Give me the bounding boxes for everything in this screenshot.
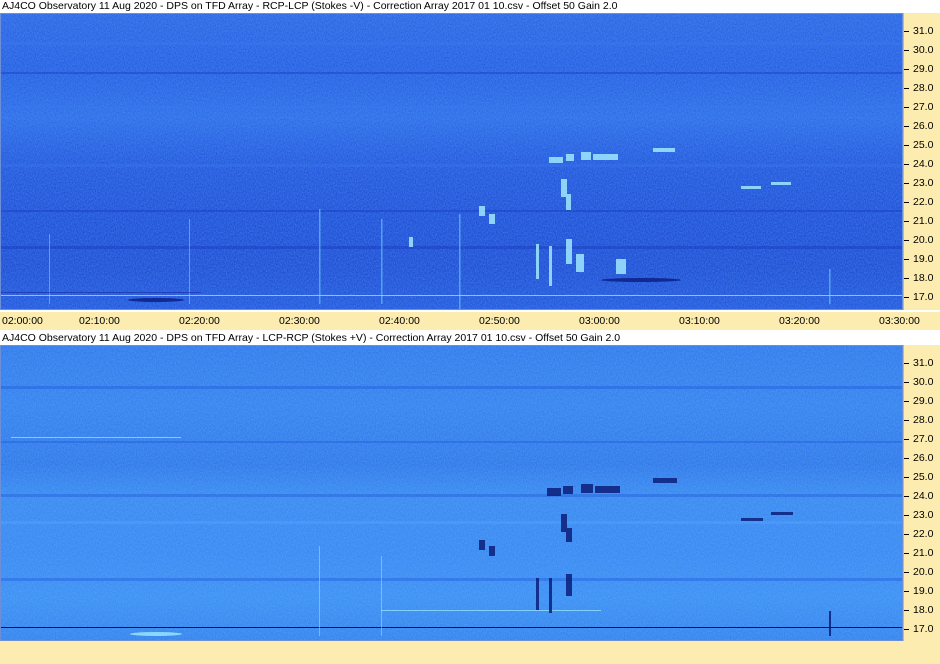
freq-tick: 22.0 <box>904 196 940 208</box>
freq-tick: 20.0 <box>904 234 940 246</box>
freq-tick: 19.0 <box>904 585 940 597</box>
freq-tick-label: 24.0 <box>913 158 934 170</box>
spectrogram-1-canvas <box>1 14 902 309</box>
freq-tick: 21.0 <box>904 547 940 559</box>
freq-tick-label: 27.0 <box>913 101 934 113</box>
freq-tick: 24.0 <box>904 490 940 502</box>
freq-tick: 26.0 <box>904 120 940 132</box>
freq-tick: 20.0 <box>904 566 940 578</box>
spectrogram-rcp-lcp[interactable] <box>0 13 903 310</box>
freq-tick-label: 28.0 <box>913 82 934 94</box>
freq-tick: 26.0 <box>904 452 940 464</box>
freq-tick-label: 31.0 <box>913 25 934 37</box>
freq-tick: 31.0 <box>904 357 940 369</box>
freq-tick: 29.0 <box>904 395 940 407</box>
freq-tick-label: 22.0 <box>913 528 934 540</box>
time-tick-label: 02:30:00 <box>279 315 320 327</box>
freq-tick-label: 21.0 <box>913 215 934 227</box>
panel-2-title: AJ4CO Observatory 11 Aug 2020 - DPS on T… <box>0 332 940 345</box>
freq-tick-label: 26.0 <box>913 452 934 464</box>
freq-tick: 28.0 <box>904 414 940 426</box>
freq-tick-label: 18.0 <box>913 272 934 284</box>
time-tick-label: 02:20:00 <box>179 315 220 327</box>
freq-tick-label: 25.0 <box>913 471 934 483</box>
freq-tick-label: 30.0 <box>913 376 934 388</box>
freq-tick: 27.0 <box>904 433 940 445</box>
freq-tick-label: 28.0 <box>913 414 934 426</box>
freq-tick-label: 17.0 <box>913 623 934 635</box>
freq-tick: 18.0 <box>904 604 940 616</box>
time-tick-label: 02:40:00 <box>379 315 420 327</box>
time-tick-label: 02:50:00 <box>479 315 520 327</box>
freq-tick: 27.0 <box>904 101 940 113</box>
freq-tick-label: 23.0 <box>913 177 934 189</box>
freq-tick: 18.0 <box>904 272 940 284</box>
freq-tick-label: 29.0 <box>913 395 934 407</box>
freq-tick-label: 23.0 <box>913 509 934 521</box>
freq-tick: 21.0 <box>904 215 940 227</box>
freq-tick: 29.0 <box>904 63 940 75</box>
frequency-axis-1: 31.0 30.0 29.0 28.0 27.0 26.0 25.0 24.0 … <box>903 13 940 310</box>
freq-tick-label: 31.0 <box>913 357 934 369</box>
freq-tick: 30.0 <box>904 376 940 388</box>
freq-tick-label: 20.0 <box>913 234 934 246</box>
freq-tick-label: 20.0 <box>913 566 934 578</box>
freq-tick-label: 19.0 <box>913 253 934 265</box>
freq-tick-label: 25.0 <box>913 139 934 151</box>
panel-1-title: AJ4CO Observatory 11 Aug 2020 - DPS on T… <box>0 0 940 13</box>
freq-tick: 19.0 <box>904 253 940 265</box>
time-axis: 02:00:00 02:10:00 02:20:00 02:30:00 02:4… <box>0 312 940 330</box>
freq-tick: 25.0 <box>904 139 940 151</box>
freq-tick: 30.0 <box>904 44 940 56</box>
spectrogram-2-canvas <box>1 346 902 640</box>
time-tick-label: 03:00:00 <box>579 315 620 327</box>
freq-tick-label: 21.0 <box>913 547 934 559</box>
freq-tick: 17.0 <box>904 623 940 635</box>
time-tick-label: 02:10:00 <box>79 315 120 327</box>
freq-tick: 28.0 <box>904 82 940 94</box>
time-tick-label: 03:10:00 <box>679 315 720 327</box>
freq-tick-label: 30.0 <box>913 44 934 56</box>
spectrogram-lcp-rcp[interactable] <box>0 345 903 641</box>
freq-tick: 22.0 <box>904 528 940 540</box>
freq-tick-label: 27.0 <box>913 433 934 445</box>
freq-tick-label: 22.0 <box>913 196 934 208</box>
freq-tick: 23.0 <box>904 509 940 521</box>
freq-tick-label: 18.0 <box>913 604 934 616</box>
freq-tick: 23.0 <box>904 177 940 189</box>
freq-tick: 25.0 <box>904 471 940 483</box>
frequency-axis-2: 31.0 30.0 29.0 28.0 27.0 26.0 25.0 24.0 … <box>903 345 940 641</box>
time-tick-label: 02:00:00 <box>2 315 43 327</box>
freq-tick: 31.0 <box>904 25 940 37</box>
time-tick-label: 03:30:00 <box>879 315 920 327</box>
freq-tick: 17.0 <box>904 291 940 303</box>
freq-tick-label: 19.0 <box>913 585 934 597</box>
freq-tick-label: 26.0 <box>913 120 934 132</box>
freq-tick-label: 17.0 <box>913 291 934 303</box>
freq-tick-label: 24.0 <box>913 490 934 502</box>
freq-tick-label: 29.0 <box>913 63 934 75</box>
time-tick-label: 03:20:00 <box>779 315 820 327</box>
freq-tick: 24.0 <box>904 158 940 170</box>
bottom-status-bar <box>0 641 940 664</box>
